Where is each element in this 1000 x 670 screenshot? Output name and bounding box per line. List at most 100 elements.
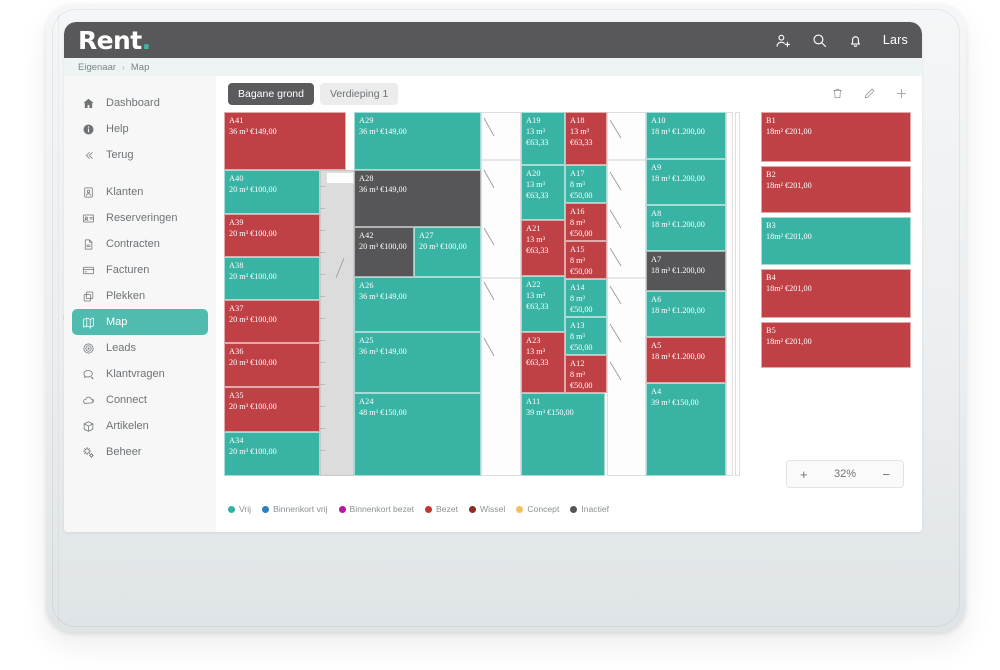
map-unit-a15[interactable]: A15 8 m³ €50,00 — [565, 241, 607, 279]
unit-id-label: A35 — [229, 391, 244, 400]
legend-item-wissel[interactable]: Wissel — [469, 504, 505, 514]
sidebar-item-dashboard[interactable]: Dashboard — [72, 90, 208, 116]
map-unit-a23[interactable]: A23 13 m³ €63,33 — [521, 332, 565, 393]
legend-swatch-icon — [425, 505, 433, 513]
trash-icon[interactable] — [831, 87, 844, 100]
map-unit-b3[interactable]: B3 18m² €201,00 — [761, 217, 911, 265]
sidebar-item-terug[interactable]: Terug — [72, 142, 208, 168]
map-unit-a14[interactable]: A14 8 m³ €50,00 — [565, 279, 607, 317]
bell-icon[interactable] — [847, 32, 864, 49]
wall-strip-right-edge — [726, 112, 733, 476]
unit-id-label: A14 — [570, 283, 585, 292]
map-unit-a21[interactable]: A21 13 m³ €63,33 — [521, 220, 565, 276]
breadcrumb-root[interactable]: Eigenaar — [78, 62, 116, 73]
sidebar-item-help[interactable]: Help — [72, 116, 208, 142]
app-logo[interactable]: Rent. — [78, 28, 151, 53]
map-unit-b1[interactable]: B1 18m² €201,00 — [761, 112, 911, 162]
map-unit-a28[interactable]: A28 36 m³ €149,00 — [354, 170, 481, 227]
map-unit-a41[interactable]: A41 36 m³ €149,00 — [224, 112, 346, 170]
legend-item-bezet[interactable]: Bezet — [425, 504, 458, 514]
unit-id-label: B5 — [766, 326, 776, 335]
map-unit-a40[interactable]: A40 20 m³ €100,00 — [224, 170, 320, 214]
map-unit-a39[interactable]: A39 20 m³ €100,00 — [224, 214, 320, 257]
map-unit-a29[interactable]: A29 36 m³ €149,00 — [354, 112, 481, 170]
breadcrumb-current: Map — [130, 61, 150, 73]
sidebar-item-plekken[interactable]: Plekken — [72, 283, 208, 309]
map-unit-b2[interactable]: B2 18m² €201,00 — [761, 166, 911, 213]
legend-item-vrij[interactable]: Vrij — [228, 504, 251, 514]
map-unit-a22[interactable]: A22 13 m³ €63,33 — [521, 276, 565, 332]
map-unit-a11[interactable]: A11 39 m³ €150,00 — [521, 393, 605, 476]
floor-tab-0[interactable]: Bagane grond — [228, 83, 314, 105]
sidebar-item-leads[interactable]: Leads — [72, 335, 208, 361]
map-unit-a19[interactable]: A19 13 m³ €63,33 — [521, 112, 565, 165]
pencil-icon[interactable] — [863, 87, 876, 100]
map-unit-a6[interactable]: A6 18 m³ €1.200,00 — [646, 291, 726, 337]
unit-meta-label: 36 m³ €149,00 — [359, 291, 407, 301]
legend-swatch-icon — [570, 505, 578, 513]
legend-item-inactief[interactable]: Inactief — [570, 504, 609, 514]
gears-icon — [82, 446, 95, 459]
unit-meta-label: 13 m³ — [526, 126, 546, 136]
map-canvas[interactable]: A41 36 m³ €149,00 A40 20 m³ €100,00 A39 20 m³… — [216, 110, 922, 498]
map-unit-a16[interactable]: A16 8 m³ €50,00 — [565, 203, 607, 241]
map-unit-a9[interactable]: A9 18 m³ €1.200,00 — [646, 159, 726, 205]
legend-item-concept[interactable]: Concept — [516, 504, 559, 514]
add-user-icon[interactable] — [775, 32, 792, 49]
sidebar-item-label: Help — [106, 123, 129, 135]
map-unit-a34[interactable]: A34 20 m³ €100,00 — [224, 432, 320, 476]
map-unit-b4[interactable]: B4 18m² €201,00 — [761, 269, 911, 318]
map-unit-a5[interactable]: A5 18 m³ €1.200,00 — [646, 337, 726, 383]
legend-item-binnenkort-bezet[interactable]: Binnenkort bezet — [338, 504, 415, 514]
map-unit-a8[interactable]: A8 18 m³ €1.200,00 — [646, 205, 726, 251]
sidebar-item-contracten[interactable]: Contracten — [72, 231, 208, 257]
unit-meta-label: 8 m³ — [570, 217, 585, 227]
map-unit-a7[interactable]: A7 18 m³ €1.200,00 — [646, 251, 726, 291]
sidebar-item-facturen[interactable]: Facturen — [72, 257, 208, 283]
map-unit-a35[interactable]: A35 20 m³ €100,00 — [224, 387, 320, 432]
map-unit-a38[interactable]: A38 20 m³ €100,00 — [224, 257, 320, 300]
map-unit-a10[interactable]: A10 18 m³ €1.200,00 — [646, 112, 726, 159]
unit-meta-label: €50,00 — [570, 380, 593, 390]
sidebar-item-klantvragen[interactable]: Klantvragen — [72, 361, 208, 387]
id-card-icon — [82, 212, 95, 225]
map-unit-a20[interactable]: A20 13 m³ €63,33 — [521, 165, 565, 220]
sidebar-item-label: Map — [106, 316, 128, 328]
search-icon[interactable] — [811, 32, 828, 49]
user-name-label[interactable]: Lars — [883, 33, 908, 47]
unit-id-label: A12 — [570, 359, 585, 368]
map-unit-a12[interactable]: A12 8 m³ €50,00 — [565, 355, 607, 393]
sidebar-item-artikelen[interactable]: Artikelen — [72, 413, 208, 439]
sidebar-item-klanten[interactable]: Klanten — [72, 179, 208, 205]
zoom-in-button[interactable]: + — [800, 467, 808, 482]
map-unit-a25[interactable]: A25 36 m³ €149,00 — [354, 332, 481, 393]
map-unit-b5[interactable]: B5 18m² €201,00 — [761, 322, 911, 368]
contact-card-icon — [82, 186, 95, 199]
sidebar-item-label: Dashboard — [106, 97, 160, 109]
map-unit-a13[interactable]: A13 8 m³ €50,00 — [565, 317, 607, 355]
map-unit-a37[interactable]: A37 20 m³ €100,00 — [224, 300, 320, 343]
legend-item-binnenkort-vrij[interactable]: Binnenkort vrij — [262, 504, 328, 514]
legend-label: Binnenkort bezet — [349, 504, 415, 514]
plus-icon[interactable] — [895, 87, 908, 100]
map-unit-a18[interactable]: A18 13 m³ €63,33 — [565, 112, 607, 165]
map-unit-a27[interactable]: A27 20 m³ €100,00 — [414, 227, 481, 277]
unit-meta-label: €63,33 — [526, 301, 549, 311]
map-unit-a17[interactable]: A17 8 m³ €50,00 — [565, 165, 607, 203]
sidebar-item-reserveringen[interactable]: Reserveringen — [72, 205, 208, 231]
map-unit-a4[interactable]: A4 39 m³ €150,00 — [646, 383, 726, 476]
sidebar-item-map[interactable]: Map — [72, 309, 208, 335]
sidebar-item-connect[interactable]: Connect — [72, 387, 208, 413]
map-unit-a42[interactable]: A42 20 m³ €100,00 — [354, 227, 414, 277]
map-unit-a24[interactable]: A24 48 m³ €150,00 — [354, 393, 481, 476]
legend-swatch-icon — [262, 505, 270, 513]
unit-meta-label: 8 m³ — [570, 255, 585, 265]
floor-tab-1[interactable]: Verdieping 1 — [319, 83, 399, 105]
map-unit-a26[interactable]: A26 36 m³ €149,00 — [354, 277, 481, 332]
top-bar-actions: Lars — [775, 32, 908, 49]
sidebar-item-beheer[interactable]: Beheer — [72, 439, 208, 465]
wall-strip-aisle-2 — [607, 112, 646, 476]
chat-icon — [82, 368, 95, 381]
map-unit-a36[interactable]: A36 20 m³ €100,00 — [224, 343, 320, 387]
zoom-out-button[interactable]: − — [882, 467, 890, 482]
